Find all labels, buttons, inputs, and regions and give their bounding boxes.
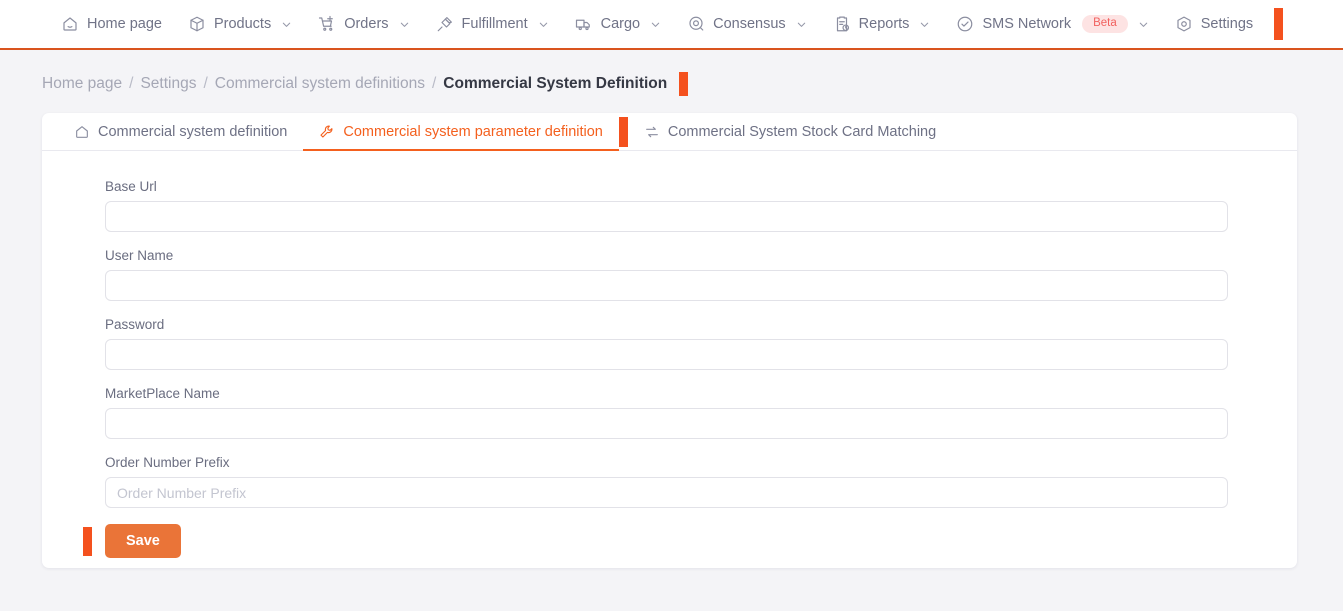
clipboard-clock-icon [833, 15, 851, 33]
breadcrumb-item-settings[interactable]: Settings [140, 75, 196, 93]
field-label-password: Password [105, 317, 165, 332]
nav-label: Reports [858, 16, 910, 32]
nav-label: Home page [87, 16, 162, 32]
nav-label: Products [213, 16, 272, 32]
pin-icon [436, 15, 454, 33]
nav-item-cargo[interactable]: Cargo [562, 0, 675, 48]
nav-label: Fulfillment [461, 16, 528, 32]
breadcrumb: Home page / Settings / Commercial system… [0, 50, 1343, 96]
chevron-down-icon [797, 22, 805, 27]
marketplace-name-input[interactable] [105, 408, 1228, 439]
highlight-marker-breadcrumb [679, 72, 689, 96]
nav-label: Consensus [713, 16, 786, 32]
check-circle-icon [956, 15, 974, 33]
target-icon [687, 15, 705, 33]
nav-label: Settings [1200, 16, 1254, 32]
nav-item-reports[interactable]: Reports [820, 0, 944, 48]
home-outline-icon [74, 124, 90, 140]
chevron-down-icon [400, 22, 408, 27]
highlight-marker-nav [1274, 8, 1284, 40]
chevron-down-icon [282, 22, 291, 27]
chevron-down-icon [1139, 22, 1147, 27]
save-row: Save [83, 524, 1228, 558]
content-card: Commercial system definition Commercial … [42, 113, 1297, 568]
nav-label: Cargo [600, 16, 641, 32]
box-icon [188, 15, 206, 33]
highlight-marker-save [83, 526, 92, 556]
home-icon [61, 15, 79, 33]
cart-plus-icon [318, 15, 336, 33]
exchange-icon [644, 124, 660, 140]
tab-label: Commercial system definition [98, 123, 288, 140]
chevron-down-icon [539, 22, 547, 27]
nav-item-home-page[interactable]: Home page [48, 0, 175, 48]
tab-label: Commercial System Stock Card Matching [667, 123, 937, 140]
breadcrumb-item-home-page[interactable]: Home page [42, 75, 122, 93]
nav-label: Orders [344, 16, 389, 32]
breadcrumb-item-commercial-system-definitions[interactable]: Commercial system definitions [215, 75, 425, 93]
field-marketplace-name: MarketPlace Name [105, 386, 1228, 439]
nav-item-orders[interactable]: Orders [305, 0, 422, 48]
base-url-input[interactable] [105, 201, 1228, 232]
tab-bar: Commercial system definition Commercial … [42, 113, 1297, 151]
nav-item-consensus[interactable]: Consensus [674, 0, 820, 48]
nav-item-fulfillment[interactable]: Fulfillment [423, 0, 562, 48]
field-order-number-prefix: Order Number Prefix [105, 455, 1228, 508]
hex-gear-icon [1175, 15, 1193, 33]
field-label-order-number-prefix: Order Number Prefix [105, 455, 230, 470]
field-base-url: Base Url [105, 179, 1228, 232]
save-button[interactable]: Save [105, 524, 181, 558]
nav-item-sms-network[interactable]: SMS Network Beta [943, 0, 1161, 48]
tab-label: Commercial system parameter definition [343, 123, 603, 140]
breadcrumb-separator: / [431, 75, 437, 92]
field-label-user-name: User Name [105, 248, 174, 263]
tab-commercial-system-stock-card-matching[interactable]: Commercial System Stock Card Matching [628, 113, 952, 150]
breadcrumb-separator: / [203, 75, 208, 92]
beta-badge: Beta [1082, 14, 1128, 34]
tab-commercial-system-parameter-definition[interactable]: Commercial system parameter definition [303, 113, 620, 151]
tab-commercial-system-definition[interactable]: Commercial system definition [58, 113, 303, 150]
field-label-base-url: Base Url [105, 179, 157, 194]
highlight-marker-tab [618, 116, 628, 147]
nav-item-settings[interactable]: Settings [1162, 0, 1266, 48]
chevron-down-icon [921, 22, 929, 27]
parameter-definition-form: Base Url User Name Password MarketPlace … [42, 151, 1297, 558]
user-name-input[interactable] [105, 270, 1228, 301]
breadcrumb-separator: / [129, 75, 134, 92]
truck-icon [575, 15, 593, 33]
field-password: Password [105, 317, 1228, 370]
field-user-name: User Name [105, 248, 1228, 301]
top-navigation-bar: Home page Products Orders Fulfillment Ca… [0, 0, 1343, 50]
nav-label: SMS Network [982, 16, 1072, 32]
wrench-icon [319, 124, 335, 140]
breadcrumb-current-page: Commercial System Definition [443, 75, 668, 92]
nav-item-products[interactable]: Products [175, 0, 305, 48]
chevron-down-icon [651, 22, 660, 27]
password-input[interactable] [105, 339, 1228, 370]
field-label-marketplace-name: MarketPlace Name [105, 386, 220, 401]
order-number-prefix-input[interactable] [105, 477, 1228, 508]
